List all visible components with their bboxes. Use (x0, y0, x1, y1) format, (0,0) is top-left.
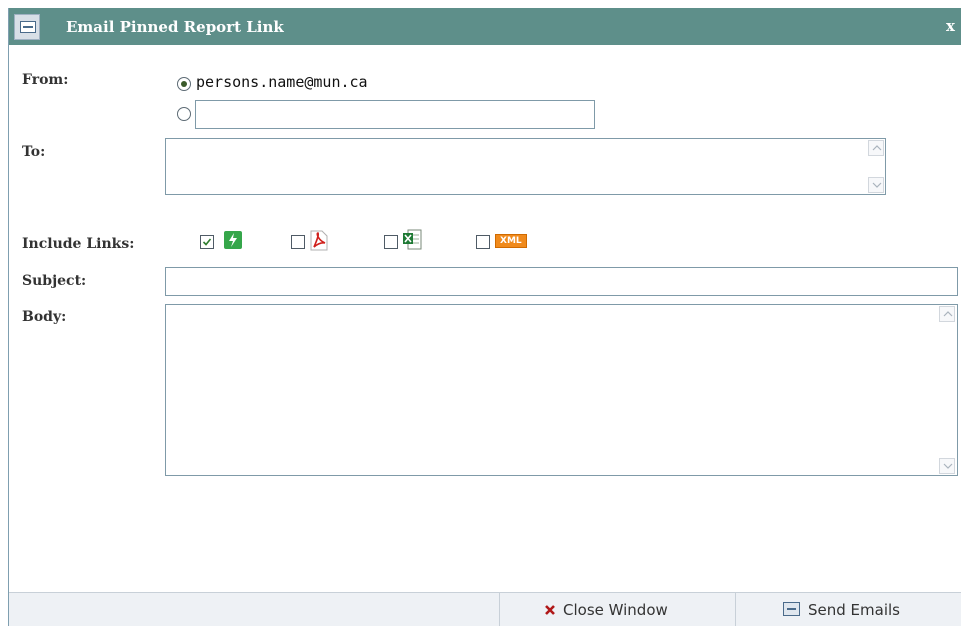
to-label: To: (22, 144, 46, 160)
from-custom-input[interactable] (195, 100, 595, 129)
close-window-label: Close Window (563, 601, 668, 619)
scroll-down-icon[interactable] (868, 177, 884, 193)
from-radio-default[interactable] (177, 77, 191, 91)
to-scrollbar[interactable] (868, 140, 884, 193)
send-emails-button[interactable]: Send Emails (735, 593, 961, 626)
xml-badge-text: XML (500, 236, 522, 246)
include-pdf-checkbox[interactable] (291, 235, 305, 249)
email-dialog: Email Pinned Report Link x From: persons… (8, 8, 961, 626)
include-interactive-checkbox[interactable] (200, 235, 214, 249)
close-x-icon (544, 602, 556, 620)
title-bar: Email Pinned Report Link x (9, 8, 961, 45)
email-icon (14, 14, 40, 40)
to-textarea[interactable] (165, 138, 886, 195)
close-window-button[interactable]: Close Window (499, 593, 736, 626)
scroll-down-icon[interactable] (939, 458, 955, 474)
scroll-up-icon[interactable] (868, 140, 884, 156)
subject-input[interactable] (165, 267, 958, 296)
include-links-label: Include Links: (22, 236, 135, 252)
subject-label: Subject: (22, 273, 87, 289)
dialog-footer: Close Window Send Emails (9, 592, 961, 626)
xml-icon: XML (495, 234, 527, 248)
body-textarea[interactable] (165, 304, 958, 476)
window-title: Email Pinned Report Link (66, 18, 284, 36)
send-emails-label: Send Emails (808, 601, 900, 619)
include-xml-checkbox[interactable] (476, 235, 490, 249)
from-radio-custom[interactable] (177, 107, 191, 121)
body-label: Body: (22, 309, 67, 325)
scroll-up-icon[interactable] (939, 306, 955, 322)
include-excel-checkbox[interactable] (384, 235, 398, 249)
body-scrollbar[interactable] (939, 306, 955, 474)
pdf-icon (310, 230, 328, 255)
interactive-report-icon (224, 231, 242, 253)
from-email-text: persons.name@mun.ca (196, 73, 368, 91)
email-icon (783, 602, 800, 620)
excel-icon (402, 229, 422, 254)
close-icon[interactable]: x (946, 17, 955, 35)
from-label: From: (22, 72, 69, 88)
